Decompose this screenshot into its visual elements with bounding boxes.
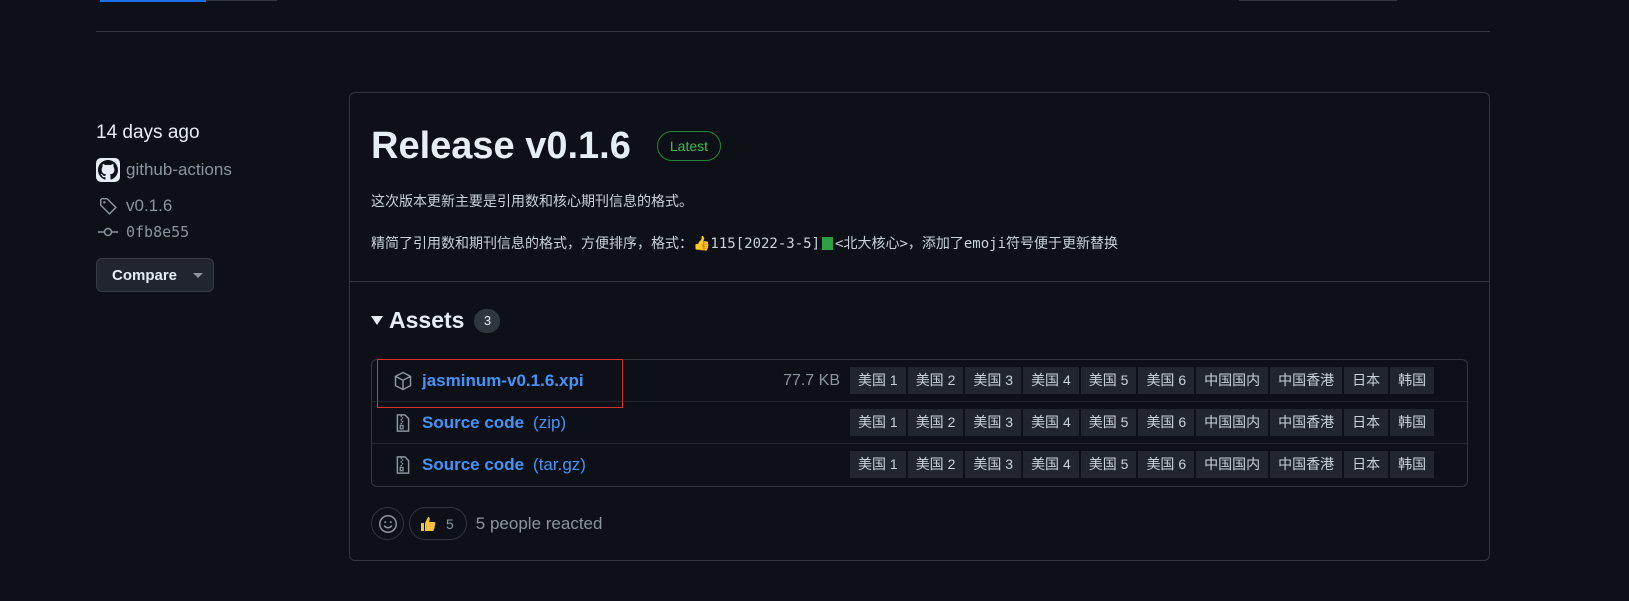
tab-border — [206, 0, 277, 1]
mirror-link[interactable]: 美国 5 — [1080, 367, 1137, 394]
assets-list: jasminum-v0.1.6.xpi 77.7 KB 美国 1 美国 2 美国… — [371, 359, 1468, 487]
mirror-link[interactable]: 美国 4 — [1023, 409, 1079, 436]
mirror-link[interactable]: 中国国内 — [1196, 367, 1269, 394]
mirror-link[interactable]: 美国 6 — [1138, 409, 1195, 436]
release-card: Release v0.1.6 Latest 这次版本更新主要是引用数和核心期刊信… — [349, 92, 1490, 561]
mirror-link[interactable]: 中国香港 — [1270, 409, 1343, 436]
commit-sha[interactable]: 0fb8e55 — [126, 223, 189, 241]
assets-count: 3 — [474, 308, 501, 333]
asset-size: 77.7 KB — [783, 371, 840, 389]
mirror-link[interactable]: 美国 1 — [850, 367, 906, 394]
mirror-list: 美国 1 美国 2 美国 3 美国 4 美国 5 美国 6 中国国内 中国香港 … — [850, 409, 1435, 436]
assets-label: Assets — [389, 307, 465, 333]
release-date: 14 days ago — [96, 122, 200, 143]
mirror-link[interactable]: 美国 2 — [907, 367, 964, 394]
mirror-link[interactable]: 美国 3 — [965, 409, 1022, 436]
mirror-link[interactable]: 日本 — [1344, 451, 1389, 478]
mirror-link[interactable]: 美国 6 — [1138, 367, 1195, 394]
search-box-edge — [1239, 0, 1397, 1]
release-header: Release v0.1.6 Latest — [371, 123, 722, 169]
highlight-box — [377, 359, 623, 408]
file-zip-icon — [393, 413, 413, 433]
mirror-list: 美国 1 美国 2 美国 3 美国 4 美国 5 美国 6 中国国内 中国香港 … — [850, 367, 1435, 394]
tab-underline — [100, 0, 206, 2]
release-sidebar: 14 days ago github-actions v0.1.6 0fb8e5… — [96, 120, 336, 292]
mirror-link[interactable]: 美国 3 — [965, 451, 1022, 478]
mirror-link[interactable]: 中国香港 — [1270, 367, 1343, 394]
mirror-link[interactable]: 美国 4 — [1023, 367, 1079, 394]
author-name[interactable]: github-actions — [126, 160, 232, 180]
author-row[interactable]: github-actions — [96, 156, 336, 184]
mirror-link[interactable]: 韩国 — [1390, 367, 1435, 394]
mirror-link[interactable]: 美国 5 — [1080, 451, 1137, 478]
release-notes: 这次版本更新主要是引用数和核心期刊信息的格式。 精简了引用数和期刊信息的格式，方… — [371, 191, 1118, 253]
github-icon — [98, 160, 118, 180]
mirror-link[interactable]: 美国 3 — [965, 367, 1022, 394]
commit-row[interactable]: 0fb8e55 — [96, 220, 336, 244]
tag-icon — [96, 194, 120, 218]
card-divider — [350, 281, 1489, 282]
thumbs-up-reaction[interactable]: 5 — [409, 507, 467, 540]
avatar[interactable] — [96, 158, 120, 182]
asset-row: Source code (zip) 美国 1 美国 2 美国 3 美国 4 美国 … — [372, 402, 1467, 444]
notes-line-2-suffix: <北大核心>，添加了emoji符号便于更新替换 — [835, 236, 1119, 252]
mirror-link[interactable]: 日本 — [1344, 409, 1389, 436]
thumbs-up-icon — [421, 516, 436, 531]
mirror-list: 美国 1 美国 2 美国 3 美国 4 美国 5 美国 6 中国国内 中国香港 … — [850, 451, 1435, 478]
asset-link[interactable]: Source code (tar.gz) — [422, 455, 586, 475]
mirror-link[interactable]: 美国 2 — [907, 451, 964, 478]
asset-row: jasminum-v0.1.6.xpi 77.7 KB 美国 1 美国 2 美国… — [372, 359, 1467, 408]
mirror-link[interactable]: 中国香港 — [1270, 451, 1343, 478]
notes-line-1: 这次版本更新主要是引用数和核心期刊信息的格式。 — [371, 194, 693, 210]
asset-link[interactable]: Source code (zip) — [422, 413, 566, 433]
notes-line-2: 精简了引用数和期刊信息的格式，方便排序，格式：👍115[2022-3-5] <北大… — [371, 233, 1118, 253]
commit-icon — [96, 220, 120, 244]
tag-name[interactable]: v0.1.6 — [126, 196, 172, 216]
mirror-link[interactable]: 韩国 — [1390, 409, 1435, 436]
mirror-link[interactable]: 韩国 — [1390, 451, 1435, 478]
reactions-bar: 5 5 people reacted — [371, 507, 602, 540]
asset-row: Source code (tar.gz) 美国 1 美国 2 美国 3 美国 4 … — [372, 444, 1467, 486]
mirror-link[interactable]: 美国 2 — [907, 409, 964, 436]
mirror-link[interactable]: 美国 1 — [850, 451, 906, 478]
mirror-link[interactable]: 美国 5 — [1080, 409, 1137, 436]
compare-button[interactable]: Compare — [96, 258, 214, 292]
notes-line-2-prefix: 精简了引用数和期刊信息的格式，方便排序，格式：👍115[2022-3-5] — [371, 236, 821, 252]
compare-label: Compare — [112, 266, 178, 284]
assets-toggle[interactable]: Assets 3 — [371, 307, 501, 334]
file-zip-icon — [393, 455, 413, 475]
mirror-link[interactable]: 中国国内 — [1196, 409, 1269, 436]
mirror-link[interactable]: 美国 6 — [1138, 451, 1195, 478]
triangle-down-icon — [371, 316, 383, 325]
thumbs-up-count: 5 — [446, 515, 454, 532]
chevron-down-icon — [193, 272, 204, 278]
tag-row[interactable]: v0.1.6 — [96, 192, 336, 220]
header-divider — [96, 31, 1490, 32]
latest-badge: Latest — [656, 131, 722, 161]
mirror-link[interactable]: 中国国内 — [1196, 451, 1269, 478]
mirror-link[interactable]: 美国 1 — [850, 409, 906, 436]
add-reaction-button[interactable] — [371, 507, 404, 540]
mirror-link[interactable]: 日本 — [1344, 367, 1389, 394]
mirror-link[interactable]: 美国 4 — [1023, 451, 1079, 478]
release-title[interactable]: Release v0.1.6 — [371, 123, 631, 169]
smiley-icon — [378, 514, 397, 533]
reactions-summary: 5 people reacted — [475, 513, 603, 533]
green-square-icon — [822, 237, 834, 250]
